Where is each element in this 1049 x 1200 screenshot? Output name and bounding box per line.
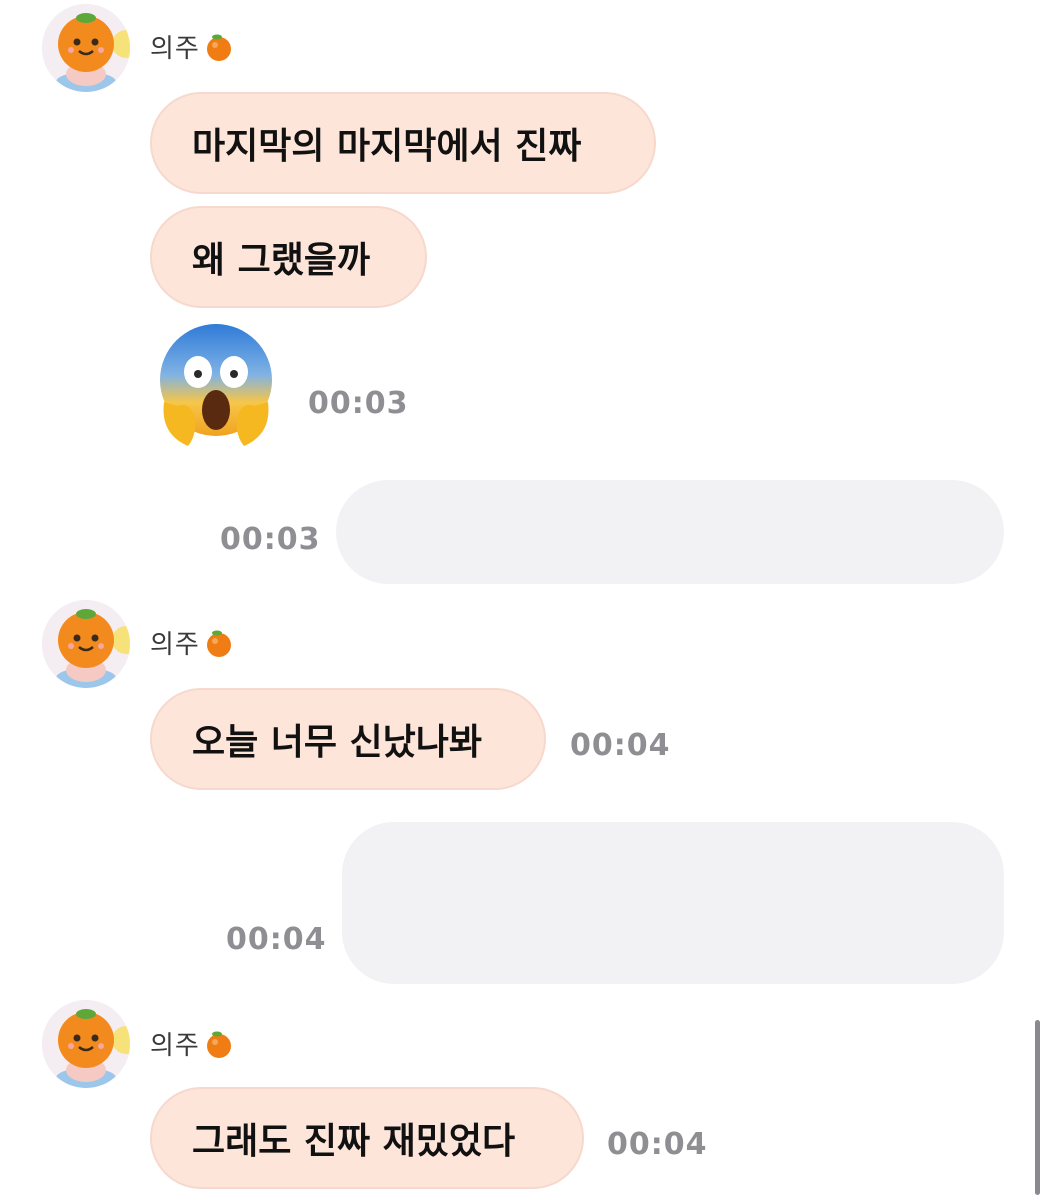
message-bubble[interactable]: 마지막의 마지막에서 진짜 <box>150 92 656 194</box>
sender-name: 의주 <box>150 28 234 65</box>
message-text: 마지막의 마지막에서 진짜 <box>192 126 582 167</box>
screaming-face-emoji-icon[interactable] <box>158 322 274 450</box>
sender-name-text: 의주 <box>150 1031 200 1061</box>
message-bubble[interactable]: 그래도 진짜 재밌었다 <box>150 1087 584 1189</box>
sender-name: 의주 <box>150 624 234 661</box>
message-text: 오늘 너무 신났나봐 <box>192 722 483 763</box>
message-text: 그래도 진짜 재밌었다 <box>192 1121 516 1162</box>
orange-emoji-icon <box>206 34 231 61</box>
scrollbar[interactable] <box>1035 1020 1040 1195</box>
message-bubble[interactable]: 왜 그랬을까 <box>150 206 427 308</box>
message-time: 00:03 <box>220 522 321 557</box>
message-time: 00:04 <box>607 1127 708 1162</box>
orange-emoji-icon <box>206 1031 231 1058</box>
message-bubble[interactable]: 오늘 너무 신났나봐 <box>150 688 546 790</box>
sender-name: 의주 <box>150 1025 234 1062</box>
sender-name-text: 의주 <box>150 34 200 64</box>
orange-emoji-icon <box>206 630 231 657</box>
sender-avatar[interactable] <box>42 1000 130 1088</box>
chat-thread: 의주 마지막의 마지막에서 진짜 왜 그랬을까 00:03 00:03 의주 오… <box>0 0 1049 1200</box>
orange-character-avatar-icon <box>42 600 130 688</box>
orange-character-avatar-icon <box>42 4 130 92</box>
sender-avatar[interactable] <box>42 4 130 92</box>
message-time: 00:04 <box>226 922 327 957</box>
outgoing-message-bubble[interactable] <box>336 480 1004 584</box>
sender-name-text: 의주 <box>150 630 200 660</box>
sender-avatar[interactable] <box>42 600 130 688</box>
orange-character-avatar-icon <box>42 1000 130 1088</box>
outgoing-message-bubble[interactable] <box>342 822 1004 984</box>
message-text: 왜 그랬을까 <box>192 240 371 281</box>
message-time: 00:04 <box>570 728 671 763</box>
message-time: 00:03 <box>308 386 409 421</box>
